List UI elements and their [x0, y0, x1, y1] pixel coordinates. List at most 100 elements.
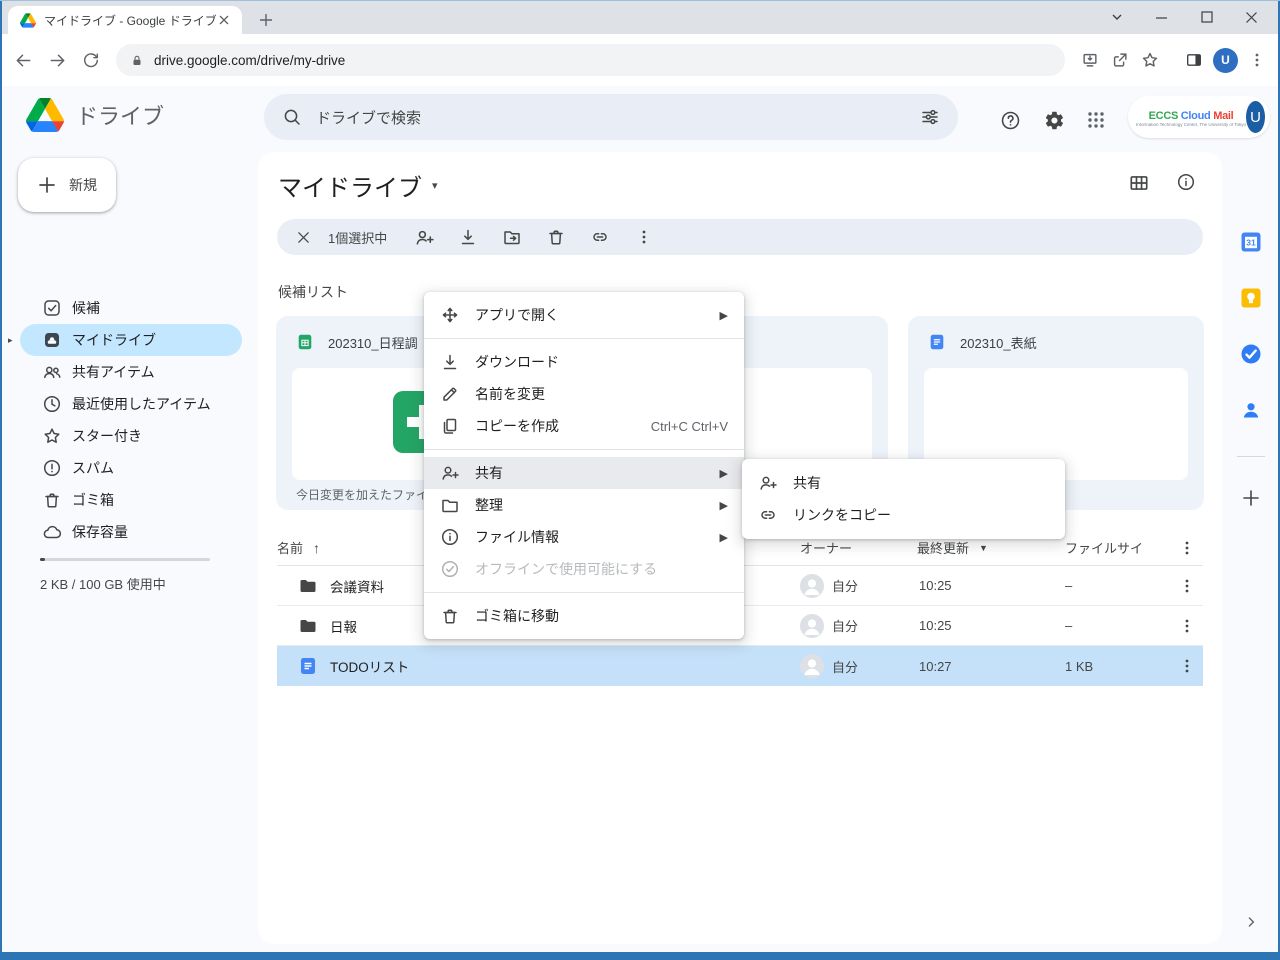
browser-toolbar: drive.google.com/drive/my-drive U	[0, 34, 1280, 86]
sort-up-icon: ↑	[313, 540, 320, 556]
clear-selection-icon[interactable]	[295, 229, 312, 246]
reload-button[interactable]	[74, 43, 108, 77]
share-icon[interactable]	[1105, 45, 1135, 75]
sidebar-item-storage[interactable]: 保存容量	[2, 516, 242, 548]
menu-item-open-with[interactable]: アプリで開く▶	[424, 299, 744, 331]
help-icon[interactable]	[994, 104, 1026, 136]
column-header-modified[interactable]: 最終更新▼	[917, 538, 1065, 557]
more-actions-kebab-icon[interactable]	[627, 220, 661, 254]
account-badge[interactable]: ECCS Cloud Mail Information Technology C…	[1128, 96, 1270, 138]
forward-button[interactable]	[40, 43, 74, 77]
submenu-arrow-icon: ▶	[720, 499, 728, 512]
row-actions-kebab-icon[interactable]	[1170, 658, 1203, 674]
divider	[1237, 456, 1265, 457]
person-add-icon	[440, 463, 460, 483]
suggestions-label: 候補リスト	[278, 282, 348, 302]
sidebar-item-starred[interactable]: スター付き	[2, 420, 242, 452]
rename-pencil-icon	[440, 384, 460, 404]
menu-item-file-info[interactable]: ファイル情報▶	[424, 521, 744, 553]
column-header-size[interactable]: ファイルサイ	[1065, 538, 1170, 557]
sidebar-item-my-drive[interactable]: ▸ マイドライブ	[20, 324, 242, 356]
drive-header: ドライブ ドライブで検索 ECCS Cloud Mail Information…	[2, 86, 1278, 150]
sidebar-item-spam[interactable]: スパム	[2, 452, 242, 484]
settings-gear-icon[interactable]	[1038, 104, 1070, 136]
menu-item-rename[interactable]: 名前を変更	[424, 378, 744, 410]
sidebar-item-suggested[interactable]: 候補	[2, 292, 242, 324]
sidebar-item-shared[interactable]: 共有アイテム	[2, 356, 242, 388]
search-input[interactable]: ドライブで検索	[264, 94, 958, 140]
menu-item-download[interactable]: ダウンロード	[424, 346, 744, 378]
open-with-icon	[440, 305, 460, 325]
account-avatar[interactable]: U	[1246, 101, 1265, 133]
column-header-owner[interactable]: オーナー	[782, 538, 917, 557]
new-button[interactable]: 新規	[18, 158, 116, 212]
details-info-icon[interactable]	[1176, 172, 1196, 192]
submenu-item-copy-link[interactable]: リンクをコピー	[742, 499, 1065, 531]
owner-avatar	[800, 574, 824, 598]
page-title[interactable]: マイドライブ ▾	[278, 168, 438, 203]
share-person-add-icon[interactable]	[407, 220, 441, 254]
download-icon	[440, 352, 460, 372]
trash-icon	[42, 490, 62, 510]
drive-logo[interactable]: ドライブ	[26, 98, 164, 132]
download-icon[interactable]	[451, 220, 485, 254]
side-panel-rail: 31	[1224, 150, 1278, 952]
storage-text: 2 KB / 100 GB 使用中	[40, 574, 166, 593]
google-apps-grid-icon[interactable]	[1080, 104, 1112, 136]
menu-shortcut: Ctrl+C Ctrl+V	[651, 419, 728, 434]
tab-close-icon[interactable]	[216, 12, 232, 28]
lock-icon	[130, 53, 144, 68]
tasks-icon[interactable]	[1235, 338, 1267, 370]
move-to-folder-icon[interactable]	[495, 220, 529, 254]
trash-icon[interactable]	[539, 220, 573, 254]
address-bar[interactable]: drive.google.com/drive/my-drive	[116, 44, 1065, 76]
context-menu: アプリで開く▶ ダウンロード 名前を変更 コピーを作成Ctrl+C Ctrl+V…	[424, 292, 744, 639]
maximize-button[interactable]	[1184, 1, 1229, 33]
menu-item-make-copy[interactable]: コピーを作成Ctrl+C Ctrl+V	[424, 410, 744, 442]
submenu-item-share[interactable]: 共有	[742, 467, 1065, 499]
window-border	[0, 952, 1280, 960]
tab-search-icon[interactable]	[1094, 1, 1139, 33]
url-text: drive.google.com/drive/my-drive	[154, 53, 345, 68]
menu-item-share[interactable]: 共有▶	[424, 457, 744, 489]
install-icon[interactable]	[1075, 45, 1105, 75]
cloud-icon	[42, 522, 62, 542]
spam-icon	[42, 458, 62, 478]
keep-icon[interactable]	[1235, 282, 1267, 314]
offline-check-icon	[440, 559, 460, 579]
search-options-tune-icon[interactable]	[920, 107, 940, 127]
collapse-panel-chevron-icon[interactable]	[1235, 906, 1267, 938]
sidebar-item-trash[interactable]: ゴミ箱	[2, 484, 242, 516]
close-button[interactable]	[1229, 1, 1274, 33]
grid-view-icon[interactable]	[1128, 172, 1150, 194]
sidebar-item-recent[interactable]: 最近使用したアイテム	[2, 388, 242, 420]
row-actions-kebab-icon[interactable]	[1170, 618, 1203, 634]
new-tab-button[interactable]	[252, 6, 280, 34]
expand-caret-icon[interactable]: ▸	[8, 335, 13, 346]
menu-divider	[424, 592, 744, 593]
menu-divider	[424, 338, 744, 339]
bookmark-star-icon[interactable]	[1135, 45, 1165, 75]
browser-tab[interactable]: マイドライブ - Google ドライブ	[8, 6, 242, 34]
copy-link-icon[interactable]	[583, 220, 617, 254]
menu-item-move-to-trash[interactable]: ゴミ箱に移動	[424, 600, 744, 632]
card-title: 202310_日程調	[328, 333, 418, 352]
side-panel-icon[interactable]	[1179, 45, 1209, 75]
browser-profile-avatar[interactable]: U	[1213, 48, 1238, 73]
table-settings-kebab-icon[interactable]	[1170, 540, 1203, 556]
folder-icon	[440, 495, 460, 515]
calendar-icon[interactable]: 31	[1235, 226, 1267, 258]
folder-icon	[298, 576, 318, 596]
sheets-file-icon	[296, 333, 314, 351]
row-actions-kebab-icon[interactable]	[1170, 578, 1203, 594]
table-row-selected[interactable]: TODOリスト 自分 10:27 1 KB	[277, 646, 1203, 686]
contacts-icon[interactable]	[1235, 394, 1267, 426]
link-icon	[758, 505, 778, 525]
browser-menu-kebab-icon[interactable]	[1242, 45, 1272, 75]
menu-item-organize[interactable]: 整理▶	[424, 489, 744, 521]
minimize-button[interactable]	[1139, 1, 1184, 33]
add-addon-plus-icon[interactable]	[1235, 482, 1267, 514]
person-add-icon	[758, 473, 778, 493]
back-button[interactable]	[6, 43, 40, 77]
check-square-icon	[42, 298, 62, 318]
